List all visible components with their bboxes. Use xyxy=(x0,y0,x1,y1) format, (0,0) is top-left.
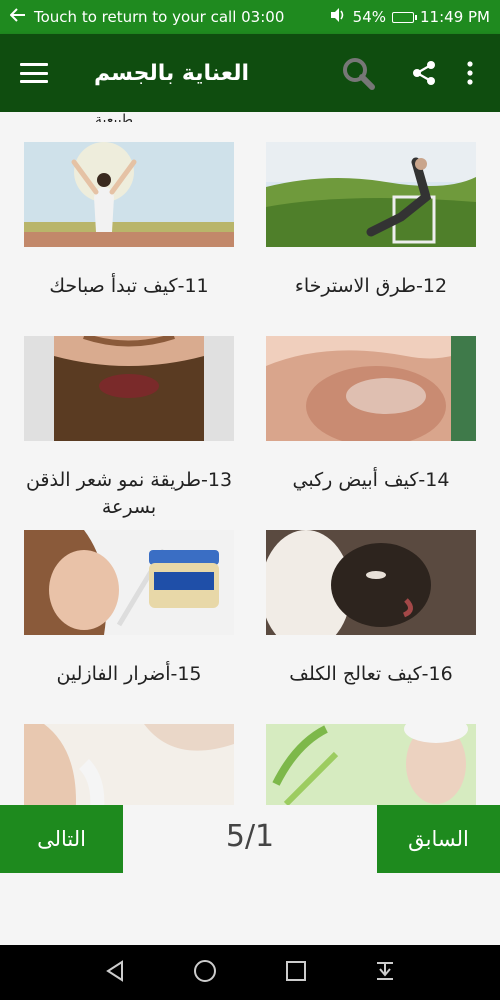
article-title: 11-كيف تبدأ صباحك xyxy=(49,275,209,297)
volume-icon xyxy=(329,7,347,27)
article-card[interactable]: 15-أضرار الفازلين xyxy=(24,530,234,688)
menu-icon[interactable] xyxy=(20,63,48,83)
battery-icon xyxy=(392,11,418,23)
share-icon[interactable] xyxy=(402,51,446,95)
article-grid[interactable]: طبيعية 12-طرق الاسترخاء 11-كيف تبدأ صباح… xyxy=(0,112,500,805)
previous-button[interactable]: السابق xyxy=(377,805,500,873)
partial-title: طبيعية xyxy=(95,112,134,122)
battery-percent: 54% xyxy=(352,8,387,26)
notification-pull-icon[interactable] xyxy=(374,960,396,986)
relaxing-man-thumbnail xyxy=(266,142,476,247)
article-title: 13-طريقة نمو شعر الذقن بسرعة xyxy=(25,469,233,518)
recents-icon[interactable] xyxy=(285,960,307,986)
article-title: 15-أضرار الفازلين xyxy=(56,663,202,685)
underarm-thumbnail xyxy=(24,724,234,805)
search-icon[interactable] xyxy=(336,51,380,95)
page-title: العناية بالجسم xyxy=(94,60,249,86)
back-arrow-icon xyxy=(9,8,26,26)
next-button[interactable]: التالى xyxy=(0,805,123,873)
back-icon[interactable] xyxy=(104,959,126,986)
article-card[interactable]: 13-طريقة نمو شعر الذقن بسرعة xyxy=(24,333,234,521)
article-card[interactable]: 11-كيف تبدأ صباحك xyxy=(24,142,234,300)
article-title: 16-كيف تعالج الكلف xyxy=(289,663,453,685)
woman-field-thumbnail xyxy=(24,142,234,247)
article-title: 12-طرق الاسترخاء xyxy=(294,275,448,297)
home-icon[interactable] xyxy=(193,959,217,987)
clock: 11:49 PM xyxy=(420,8,490,26)
article-card[interactable] xyxy=(24,724,234,805)
article-card[interactable]: 14-كيف أبيض ركبي xyxy=(266,336,476,494)
beard-thumbnail xyxy=(24,333,234,441)
status-bar: Touch to return to your call 03:00 54% 1… xyxy=(0,0,500,34)
app-bar: العناية بالجسم xyxy=(0,34,500,112)
page-indicator: 5/1 xyxy=(225,819,275,854)
article-card[interactable]: 16-كيف تعالج الكلف xyxy=(261,530,476,688)
article-title: 14-كيف أبيض ركبي xyxy=(292,469,450,491)
call-banner-text: Touch to return to your call 03:00 xyxy=(34,8,285,26)
system-nav-bar xyxy=(0,945,500,1000)
call-banner[interactable]: Touch to return to your call 03:00 xyxy=(9,8,329,26)
article-card[interactable] xyxy=(266,715,476,805)
more-options-icon[interactable] xyxy=(460,51,480,95)
article-card[interactable]: 12-طرق الاسترخاء xyxy=(266,142,476,300)
pager-bar: التالى 5/1 السابق xyxy=(0,805,500,945)
vaseline-thumbnail xyxy=(24,530,234,635)
knee-skin-thumbnail xyxy=(266,336,476,446)
face-mask-thumbnail xyxy=(261,530,476,650)
bamboo-face-thumbnail xyxy=(266,715,476,805)
